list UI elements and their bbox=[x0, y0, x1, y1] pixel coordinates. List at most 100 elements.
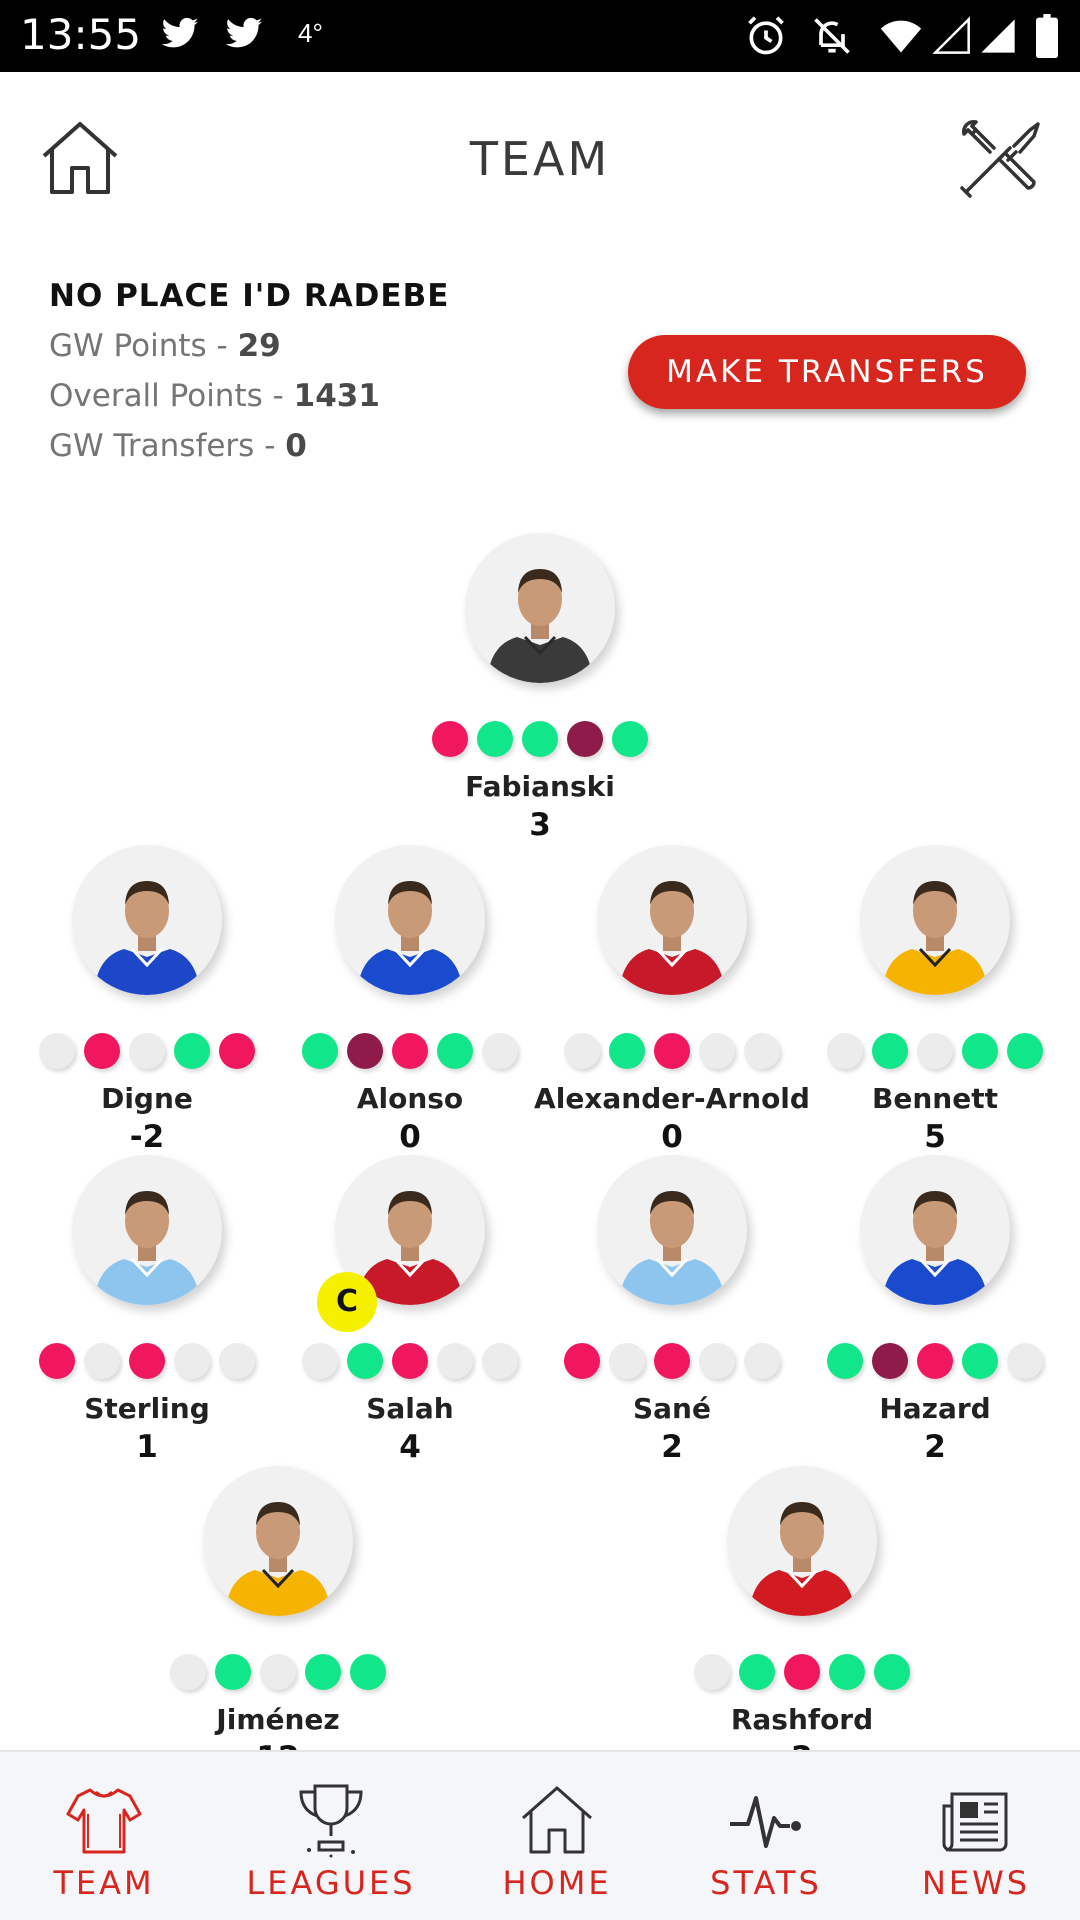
shirt-icon bbox=[66, 1788, 142, 1854]
player-points: 3 bbox=[529, 807, 551, 843]
form-dot bbox=[437, 1033, 473, 1069]
player-points: 2 bbox=[661, 1429, 683, 1465]
form-dot bbox=[174, 1033, 210, 1069]
player-card[interactable]: Hazard 2 bbox=[810, 1155, 1060, 1465]
form-dot bbox=[302, 1343, 338, 1379]
form-dot bbox=[612, 721, 648, 757]
player-card[interactable]: Bennett 5 bbox=[810, 845, 1060, 1155]
form-dot bbox=[654, 1033, 690, 1069]
settings-button[interactable] bbox=[958, 116, 1042, 200]
overall-points-label: Overall Points bbox=[49, 378, 263, 414]
player-photo[interactable] bbox=[203, 1466, 353, 1616]
form-dot bbox=[84, 1033, 120, 1069]
player-card[interactable]: Fabianski 3 bbox=[415, 533, 665, 843]
form-dot bbox=[609, 1033, 645, 1069]
form-dot bbox=[302, 1033, 338, 1069]
player-avatar-icon bbox=[619, 881, 725, 995]
nav-label: STATS bbox=[710, 1864, 822, 1902]
player-card[interactable]: Sané 2 bbox=[547, 1155, 797, 1465]
player-avatar-icon bbox=[225, 1502, 331, 1616]
form-dot bbox=[174, 1343, 210, 1379]
player-card[interactable]: Alonso 0 bbox=[285, 845, 535, 1155]
player-card[interactable]: Digne -2 bbox=[22, 845, 272, 1155]
player-photo[interactable] bbox=[72, 845, 222, 995]
page-title: TEAM bbox=[469, 132, 611, 186]
player-photo[interactable] bbox=[860, 845, 1010, 995]
player-card[interactable]: Alexander-Arnold 0 bbox=[534, 845, 810, 1155]
make-transfers-button[interactable]: MAKE TRANSFERS bbox=[628, 335, 1026, 409]
separator: - bbox=[254, 428, 286, 464]
player-photo[interactable] bbox=[72, 1155, 222, 1305]
form-dot bbox=[567, 721, 603, 757]
player-card[interactable]: Jiménez 12 bbox=[153, 1466, 403, 1776]
form-dot bbox=[219, 1343, 255, 1379]
signal-icon bbox=[981, 19, 1015, 53]
form-dot bbox=[84, 1343, 120, 1379]
form-dot bbox=[699, 1033, 735, 1069]
player-points: 2 bbox=[924, 1429, 946, 1465]
form-dot bbox=[347, 1343, 383, 1379]
form-dot bbox=[917, 1033, 953, 1069]
player-points: 5 bbox=[924, 1119, 946, 1155]
gw-transfers-line: GW Transfers - 0 bbox=[49, 428, 307, 464]
nav-home[interactable]: HOME bbox=[470, 1752, 644, 1920]
nav-team[interactable]: TEAM bbox=[0, 1752, 208, 1920]
player-card[interactable]: Salah 4 C bbox=[285, 1155, 535, 1465]
form-dot bbox=[744, 1343, 780, 1379]
overall-points-line: Overall Points - 1431 bbox=[49, 378, 380, 414]
player-photo[interactable] bbox=[597, 1155, 747, 1305]
alarm-icon bbox=[748, 16, 784, 55]
temperature-text: 4° bbox=[298, 18, 323, 48]
app-header: TEAM bbox=[0, 72, 1080, 242]
form-dot bbox=[39, 1343, 75, 1379]
form-dots bbox=[22, 1033, 272, 1071]
player-name: Fabianski bbox=[465, 770, 615, 803]
captain-badge: C bbox=[317, 1272, 377, 1332]
form-dot bbox=[219, 1033, 255, 1069]
home-icon bbox=[522, 1786, 592, 1854]
form-dot bbox=[962, 1343, 998, 1379]
player-name: Jiménez bbox=[216, 1703, 340, 1736]
form-dot bbox=[482, 1033, 518, 1069]
form-dots bbox=[547, 1033, 797, 1071]
form-dot bbox=[699, 1343, 735, 1379]
bottom-nav: TEAM LEAGUES HOME STATS NEWS bbox=[0, 1750, 1080, 1920]
form-dots bbox=[285, 1343, 535, 1381]
nav-stats[interactable]: STATS bbox=[686, 1752, 846, 1920]
gw-points-line: GW Points - 29 bbox=[49, 328, 281, 364]
separator: - bbox=[262, 378, 294, 414]
player-photo[interactable] bbox=[335, 845, 485, 995]
form-dot bbox=[827, 1033, 863, 1069]
nav-news[interactable]: NEWS bbox=[896, 1752, 1056, 1920]
player-photo[interactable] bbox=[860, 1155, 1010, 1305]
form-dot bbox=[784, 1654, 820, 1690]
player-card[interactable]: Sterling 1 bbox=[22, 1155, 272, 1465]
form-dots bbox=[153, 1654, 403, 1692]
nav-label: HOME bbox=[502, 1864, 612, 1902]
form-dots bbox=[810, 1033, 1060, 1071]
form-dot bbox=[829, 1654, 865, 1690]
form-dots bbox=[285, 1033, 535, 1071]
player-points: 0 bbox=[661, 1119, 683, 1155]
player-points: 1 bbox=[136, 1429, 158, 1465]
form-dot bbox=[305, 1654, 341, 1690]
player-photo[interactable] bbox=[465, 533, 615, 683]
player-points: 4 bbox=[399, 1429, 421, 1465]
form-dots bbox=[415, 721, 665, 759]
form-dot bbox=[962, 1033, 998, 1069]
separator: - bbox=[206, 328, 238, 364]
player-avatar-icon bbox=[357, 881, 463, 995]
player-name: Hazard bbox=[879, 1392, 991, 1425]
player-avatar-icon bbox=[94, 1191, 200, 1305]
nav-leagues[interactable]: LEAGUES bbox=[220, 1752, 442, 1920]
form-dot bbox=[827, 1343, 863, 1379]
form-dot bbox=[872, 1343, 908, 1379]
nav-label: NEWS bbox=[921, 1864, 1031, 1902]
player-card[interactable]: Rashford 2 bbox=[677, 1466, 927, 1776]
player-photo[interactable] bbox=[597, 845, 747, 995]
form-dot bbox=[39, 1033, 75, 1069]
player-avatar-icon bbox=[882, 1191, 988, 1305]
player-name: Rashford bbox=[730, 1703, 874, 1736]
wifi-icon bbox=[880, 20, 922, 53]
player-photo[interactable] bbox=[727, 1466, 877, 1616]
